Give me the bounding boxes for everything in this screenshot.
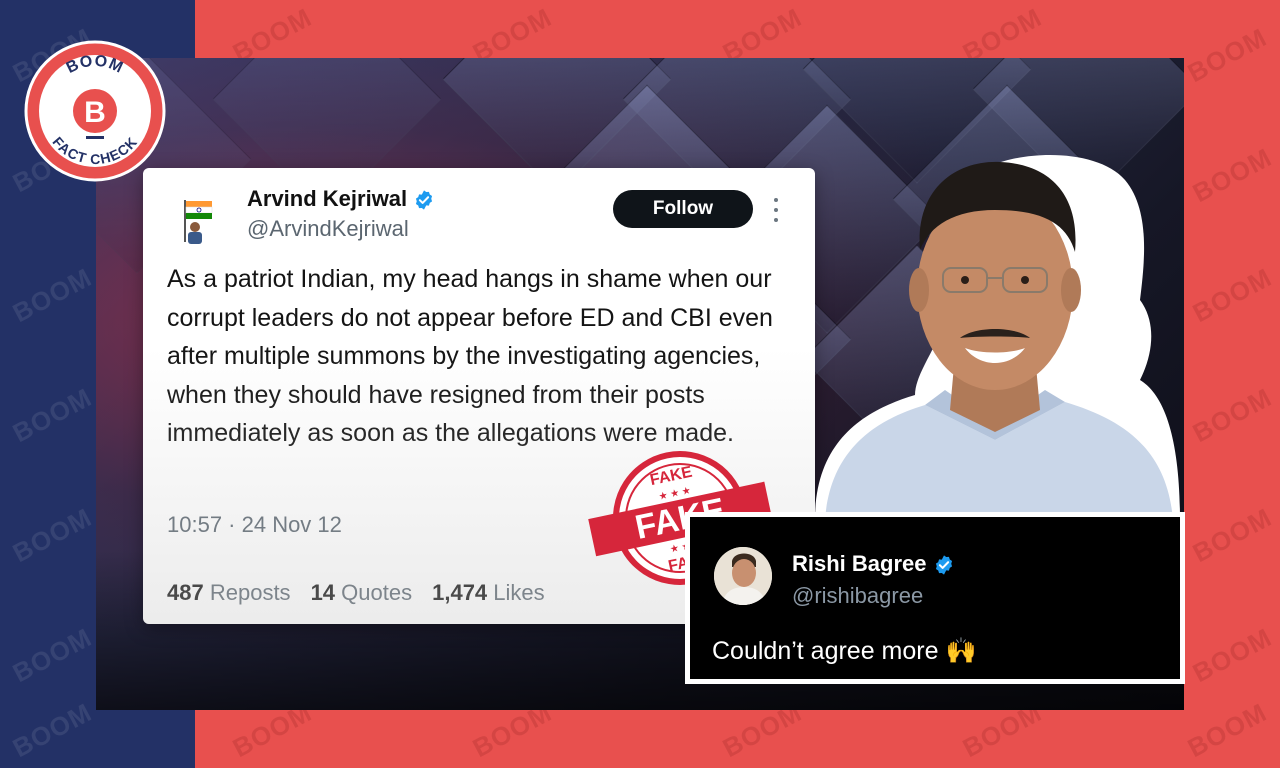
reply-author-handle[interactable]: @rishibagree bbox=[792, 583, 923, 609]
follow-button[interactable]: Follow bbox=[613, 190, 753, 228]
boom-fact-check-logo: BOOM FACT CHECK B bbox=[24, 40, 166, 182]
logo-letter: B bbox=[84, 96, 106, 129]
quotes-label: Quotes bbox=[341, 580, 413, 605]
reply-card: Rishi Bagree @rishibagree Couldn’t agree… bbox=[685, 512, 1185, 684]
person-portrait bbox=[795, 140, 1180, 520]
author-handle[interactable]: @ArvindKejriwal bbox=[247, 216, 409, 242]
avatar[interactable] bbox=[171, 194, 223, 246]
quotes-stat[interactable]: 14 Quotes bbox=[311, 580, 413, 605]
likes-label: Likes bbox=[493, 580, 545, 605]
likes-count: 1,474 bbox=[432, 580, 488, 605]
verified-badge-icon bbox=[416, 190, 433, 210]
reply-author-name[interactable]: Rishi Bagree bbox=[792, 551, 955, 577]
reply-avatar[interactable] bbox=[714, 547, 772, 605]
more-options-icon[interactable] bbox=[771, 198, 781, 222]
reposts-label: Reposts bbox=[209, 580, 291, 605]
reply-author-name-text[interactable]: Rishi Bagree bbox=[792, 551, 927, 576]
tweet-text: As a patriot Indian, my head hangs in sh… bbox=[167, 265, 773, 447]
author-name-text[interactable]: Arvind Kejriwal bbox=[247, 186, 407, 211]
likes-stat[interactable]: 1,474 Likes bbox=[432, 580, 545, 605]
tweet-stats: 487 Reposts 14 Quotes 1,474 Likes bbox=[167, 580, 545, 606]
reply-text: Couldn’t agree more 🙌 bbox=[712, 637, 977, 665]
reposts-count: 487 bbox=[167, 580, 204, 605]
author-name[interactable]: Arvind Kejriwal bbox=[247, 186, 435, 212]
verified-badge-icon bbox=[935, 555, 952, 575]
tweet-timestamp[interactable]: 10:57 · 24 Nov 12 bbox=[167, 512, 342, 538]
reposts-stat[interactable]: 487 Reposts bbox=[167, 580, 291, 605]
quotes-count: 14 bbox=[310, 580, 336, 605]
